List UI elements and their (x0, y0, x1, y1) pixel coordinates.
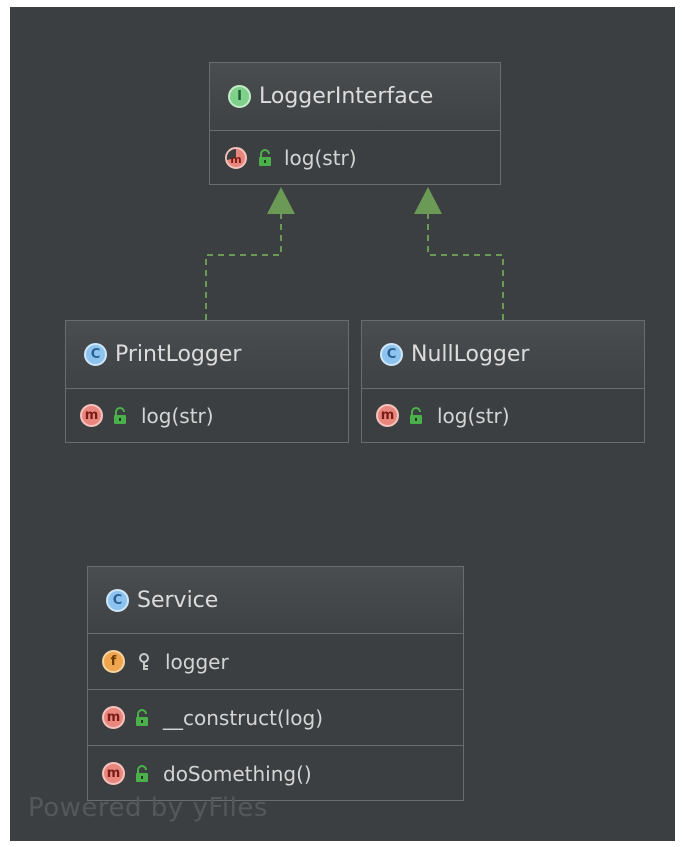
node-logger-interface[interactable]: I LoggerInterface m log(str) (209, 62, 501, 185)
node-title: NullLogger (411, 342, 530, 367)
method-name: doSomething() (163, 761, 312, 786)
node-nulllogger[interactable]: C NullLogger m log(str) (361, 320, 645, 443)
arrowhead (267, 187, 295, 214)
node-header[interactable]: I LoggerInterface (210, 63, 500, 131)
svg-text:m: m (230, 153, 241, 166)
method-row[interactable]: m log(str) (210, 131, 500, 184)
public-lock-icon (114, 406, 126, 424)
node-title: Service (137, 587, 219, 613)
node-header[interactable]: C Service (88, 567, 463, 634)
method-row[interactable]: m log(str) (66, 389, 348, 442)
class-icon: C (84, 343, 107, 366)
node-title: LoggerInterface (259, 84, 434, 109)
field-icon: f (102, 650, 125, 673)
field-name: logger (165, 649, 229, 674)
public-lock-icon (136, 708, 148, 726)
public-lock-icon (259, 148, 271, 166)
method-name: log(str) (437, 403, 510, 428)
node-printlogger[interactable]: C PrintLogger m log(str) (65, 320, 349, 443)
method-name: __construct(log) (163, 705, 323, 730)
realization-edge-printlogger (205, 187, 295, 320)
field-row[interactable]: f logger (88, 634, 463, 690)
method-icon: m (102, 762, 125, 785)
abstract-method-icon: m (224, 145, 248, 170)
method-icon: m (102, 706, 125, 729)
realization-edge-nulllogger (414, 187, 504, 320)
watermark: Powered by yFiles (28, 793, 268, 823)
private-key-icon (139, 652, 149, 670)
method-name: log(str) (141, 403, 214, 428)
class-icon: C (380, 343, 403, 366)
node-service[interactable]: C Service f logger m __construct(log) m … (87, 566, 464, 801)
public-lock-icon (136, 764, 148, 782)
method-icon: m (376, 404, 399, 427)
interface-icon: I (228, 85, 251, 108)
class-icon: C (106, 588, 129, 612)
method-row[interactable]: m __construct(log) (88, 690, 463, 746)
method-row[interactable]: m log(str) (362, 389, 644, 442)
node-title: PrintLogger (115, 342, 242, 367)
method-icon: m (80, 404, 103, 427)
node-header[interactable]: C NullLogger (362, 321, 644, 389)
method-name: log(str) (284, 145, 357, 170)
node-header[interactable]: C PrintLogger (66, 321, 348, 389)
public-lock-icon (410, 406, 422, 424)
arrowhead (414, 187, 442, 214)
